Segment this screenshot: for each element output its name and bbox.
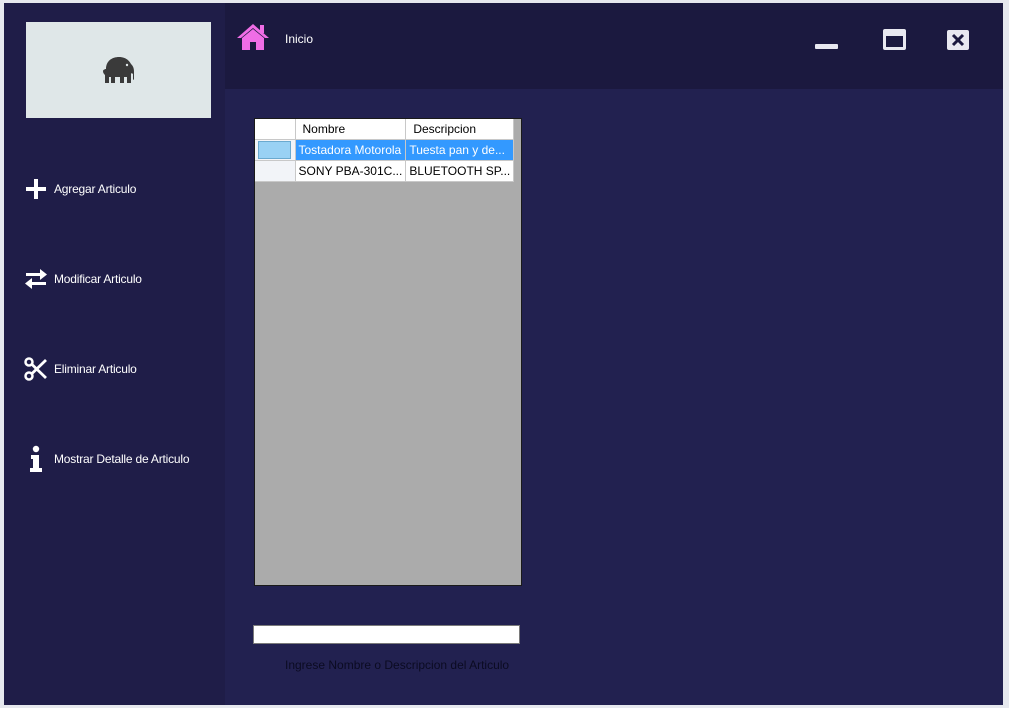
header-bar: Inicio (225, 3, 1003, 89)
home-button[interactable] (236, 22, 270, 52)
search-input[interactable] (253, 625, 520, 644)
sidebar-item-label: Eliminar Articulo (54, 362, 137, 376)
plus-icon (23, 176, 49, 202)
close-button[interactable] (946, 29, 970, 51)
logo-panel (26, 22, 211, 118)
main-window: Agregar Articulo Modificar Articulo Elim… (4, 3, 1003, 705)
page-title: Inicio (285, 32, 314, 46)
minimize-icon (815, 44, 838, 49)
close-icon (947, 30, 969, 50)
sidebar-item-modificar[interactable]: Modificar Articulo (4, 259, 225, 299)
maximize-icon (883, 29, 906, 50)
row-selection-marker (258, 141, 291, 159)
maximize-button[interactable] (882, 28, 908, 52)
home-icon (237, 24, 269, 50)
sidebar-item-label: Modificar Articulo (54, 272, 142, 286)
sidebar: Agregar Articulo Modificar Articulo Elim… (4, 3, 225, 705)
articles-grid[interactable]: Nombre Descripcion Tostadora Motorola Tu… (254, 118, 522, 586)
cell-descripcion[interactable]: BLUETOOTH SP... (405, 160, 515, 182)
sidebar-item-detalle[interactable]: Mostrar Detalle de Articulo (4, 439, 225, 479)
column-header-nombre[interactable]: Nombre (295, 119, 407, 140)
row-header[interactable] (255, 139, 296, 161)
sidebar-item-eliminar[interactable]: Eliminar Articulo (4, 349, 225, 389)
swap-arrows-icon (23, 266, 49, 292)
cell-nombre[interactable]: SONY PBA-301C... (295, 160, 407, 182)
table-row[interactable]: SONY PBA-301C... BLUETOOTH SP... (255, 160, 515, 182)
cell-descripcion[interactable]: Tuesta pan y de... (405, 139, 515, 161)
cell-nombre[interactable]: Tostadora Motorola (295, 139, 407, 161)
table-row[interactable]: Tostadora Motorola Tuesta pan y de... (255, 139, 515, 161)
column-header-descripcion[interactable]: Descripcion (405, 119, 515, 140)
minimize-button[interactable] (815, 39, 839, 53)
row-header[interactable] (255, 160, 296, 182)
sidebar-item-label: Mostrar Detalle de Articulo (54, 452, 190, 466)
elephant-icon (102, 57, 134, 83)
info-icon (23, 445, 49, 472)
sidebar-item-label: Agregar Articulo (54, 182, 137, 196)
sidebar-item-agregar[interactable]: Agregar Articulo (4, 169, 225, 209)
grid-corner-header[interactable] (255, 119, 296, 140)
scissors-icon (23, 356, 49, 382)
search-hint-label: Ingrese Nombre o Descripcion del Articul… (285, 658, 510, 672)
